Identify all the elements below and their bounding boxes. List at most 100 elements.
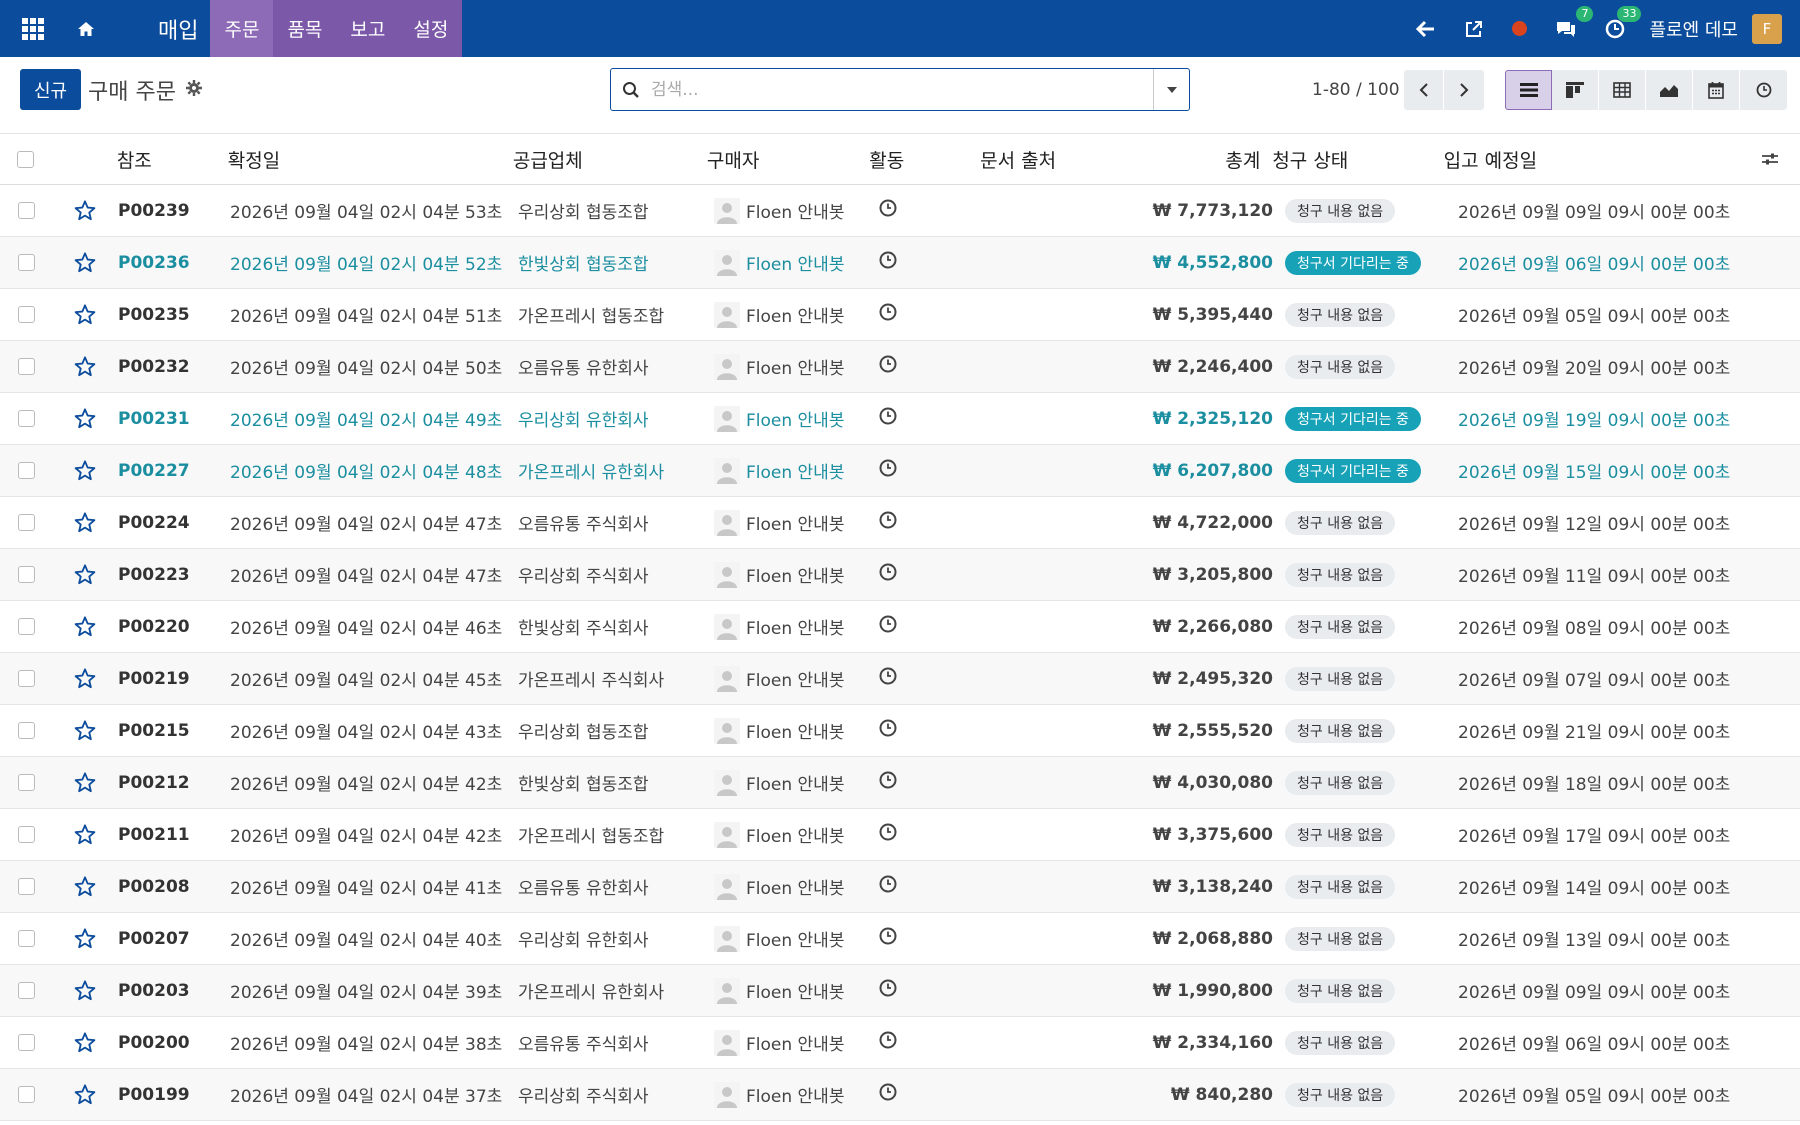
- pager-next-button[interactable]: [1444, 70, 1484, 110]
- cell-total: ₩ 4,030,080: [1152, 772, 1273, 793]
- activity-clock-icon[interactable]: [878, 250, 990, 275]
- select-all-checkbox[interactable]: [0, 150, 51, 168]
- activity-clock-icon[interactable]: [878, 1030, 990, 1055]
- pager-value[interactable]: 1-80 / 100: [1312, 69, 1400, 110]
- activity-clock-icon[interactable]: [878, 510, 990, 535]
- row-checkbox[interactable]: [0, 618, 52, 635]
- table-row[interactable]: P00236 2026년 09월 04일 02시 04분 52초 한빛상회 협동조합…: [0, 237, 1800, 289]
- table-row[interactable]: P00231 2026년 09월 04일 02시 04분 49초 우리상회 유한회사…: [0, 393, 1800, 445]
- optional-columns-icon[interactable]: [1741, 151, 1800, 167]
- user-avatar[interactable]: F: [1752, 13, 1782, 44]
- row-checkbox[interactable]: [0, 254, 52, 271]
- company-switcher[interactable]: 플로엔 데모: [1649, 16, 1738, 42]
- cell-status: 청구 내용 없음: [1273, 770, 1458, 795]
- row-checkbox[interactable]: [0, 1034, 52, 1051]
- row-checkbox[interactable]: [0, 826, 52, 843]
- table-row[interactable]: P00232 2026년 09월 04일 02시 04분 50초 오름유통 유한회사…: [0, 341, 1800, 393]
- activity-clock-icon[interactable]: [878, 978, 990, 1003]
- activity-clock-icon[interactable]: [878, 302, 990, 327]
- graph-view-button[interactable]: [1646, 70, 1693, 110]
- row-checkbox[interactable]: [0, 1086, 52, 1103]
- table-row[interactable]: P00207 2026년 09월 04일 02시 04분 40초 우리상회 유한회사…: [0, 913, 1800, 965]
- table-row[interactable]: P00227 2026년 09월 04일 02시 04분 48초 가온프레시 유한회…: [0, 445, 1800, 497]
- row-checkbox[interactable]: [0, 930, 52, 947]
- list-view-button[interactable]: [1505, 70, 1552, 110]
- menu-orders[interactable]: 주문: [210, 0, 274, 57]
- row-checkbox[interactable]: [0, 410, 52, 427]
- table-row[interactable]: P00200 2026년 09월 04일 02시 04분 38초 오름유통 주식회사…: [0, 1017, 1800, 1069]
- activity-clock-icon[interactable]: [878, 926, 990, 951]
- activity-clock-icon[interactable]: [878, 354, 990, 379]
- activity-clock-icon[interactable]: [878, 1082, 990, 1107]
- activity-clock-icon[interactable]: [878, 822, 990, 847]
- column-header-total[interactable]: 총계: [1114, 146, 1260, 173]
- menu-products[interactable]: 품목: [273, 0, 336, 57]
- table-row[interactable]: P00223 2026년 09월 04일 02시 04분 47초 우리상회 주식회사…: [0, 549, 1800, 601]
- table-row[interactable]: P00215 2026년 09월 04일 02시 04분 43초 우리상회 협동조합…: [0, 705, 1800, 757]
- table-row[interactable]: P00224 2026년 09월 04일 02시 04분 47초 오름유통 주식회사…: [0, 497, 1800, 549]
- calendar-view-button[interactable]: [1693, 70, 1740, 110]
- pager-previous-button[interactable]: [1404, 70, 1444, 110]
- activity-clock-icon[interactable]: [878, 406, 990, 431]
- kanban-view-button[interactable]: [1552, 70, 1599, 110]
- row-checkbox[interactable]: [0, 358, 52, 375]
- row-checkbox[interactable]: [0, 722, 52, 739]
- activity-clock-icon[interactable]: [878, 874, 990, 899]
- row-checkbox[interactable]: [0, 982, 52, 999]
- table-row[interactable]: P00211 2026년 09월 04일 02시 04분 42초 가온프레시 협동조…: [0, 809, 1800, 861]
- status-badge: 청구서 기다리는 중: [1285, 406, 1421, 431]
- app-name[interactable]: 매입: [106, 0, 210, 57]
- menu-reporting[interactable]: 보고: [336, 0, 399, 57]
- row-checkbox[interactable]: [0, 566, 52, 583]
- row-checkbox[interactable]: [0, 462, 52, 479]
- search-input[interactable]: [651, 79, 1153, 100]
- table-row[interactable]: P00239 2026년 09월 04일 02시 04분 53초 우리상회 협동조합…: [0, 185, 1800, 237]
- cell-date: 2026년 09월 04일 02시 04분 42초: [230, 775, 503, 795]
- cell-vendor: 가온프레시 주식회사: [518, 671, 665, 691]
- row-checkbox[interactable]: [0, 670, 52, 687]
- column-header-activity[interactable]: 활동: [869, 146, 980, 173]
- home-icon[interactable]: [66, 0, 106, 57]
- activity-clock-icon[interactable]: [878, 718, 990, 743]
- cell-vendor: 우리상회 유한회사: [518, 931, 649, 951]
- column-header-status[interactable]: 청구 상태: [1260, 146, 1443, 173]
- column-header-vendor[interactable]: 공급업체: [513, 146, 707, 173]
- table-row[interactable]: P00219 2026년 09월 04일 02시 04분 45초 가온프레시 주식회…: [0, 653, 1800, 705]
- external-link-icon[interactable]: [1464, 19, 1484, 39]
- table-row[interactable]: P00212 2026년 09월 04일 02시 04분 42초 한빛상회 협동조합…: [0, 757, 1800, 809]
- cell-buyer: Floen 안내봇: [714, 301, 878, 328]
- apps-menu-icon[interactable]: [0, 0, 66, 57]
- row-checkbox[interactable]: [0, 306, 52, 323]
- column-header-source[interactable]: 문서 출처: [980, 146, 1114, 173]
- activity-clock-icon[interactable]: [878, 614, 990, 639]
- activity-clock-icon[interactable]: [878, 198, 990, 223]
- activity-clock-icon[interactable]: [878, 770, 990, 795]
- pivot-view-button[interactable]: [1599, 70, 1646, 110]
- table-row[interactable]: P00208 2026년 09월 04일 02시 04분 41초 오름유통 유한회사…: [0, 861, 1800, 913]
- column-header-eta[interactable]: 입고 예정일: [1444, 146, 1741, 173]
- column-header-ref[interactable]: 참조: [67, 146, 228, 173]
- table-row[interactable]: P00235 2026년 09월 04일 02시 04분 51초 가온프레시 협동조…: [0, 289, 1800, 341]
- search-options-toggle[interactable]: [1153, 69, 1189, 110]
- cell-ref: P00220: [118, 616, 190, 637]
- messages-icon[interactable]: 7: [1555, 5, 1594, 39]
- row-checkbox[interactable]: [0, 514, 52, 531]
- back-arrow-icon[interactable]: [1416, 20, 1436, 38]
- column-header-buyer[interactable]: 구매자: [707, 146, 869, 173]
- activity-clock-icon[interactable]: 33: [1605, 5, 1642, 39]
- gear-icon[interactable]: [185, 77, 202, 102]
- table-row[interactable]: P00199 2026년 09월 04일 02시 04분 37초 우리상회 주식회사…: [0, 1069, 1800, 1121]
- activity-clock-icon[interactable]: [878, 458, 990, 483]
- row-checkbox[interactable]: [0, 774, 52, 791]
- column-header-date[interactable]: 확정일: [228, 146, 513, 173]
- row-checkbox[interactable]: [0, 202, 52, 219]
- activity-clock-icon[interactable]: [878, 562, 990, 587]
- menu-settings[interactable]: 설정: [399, 0, 462, 57]
- new-button[interactable]: 신규: [20, 69, 82, 110]
- record-icon[interactable]: [1512, 21, 1528, 36]
- table-row[interactable]: P00220 2026년 09월 04일 02시 04분 46초 한빛상회 주식회사…: [0, 601, 1800, 653]
- row-checkbox[interactable]: [0, 878, 52, 895]
- activity-view-button[interactable]: [1740, 70, 1787, 110]
- table-row[interactable]: P00203 2026년 09월 04일 02시 04분 39초 가온프레시 유한회…: [0, 965, 1800, 1017]
- activity-clock-icon[interactable]: [878, 666, 990, 691]
